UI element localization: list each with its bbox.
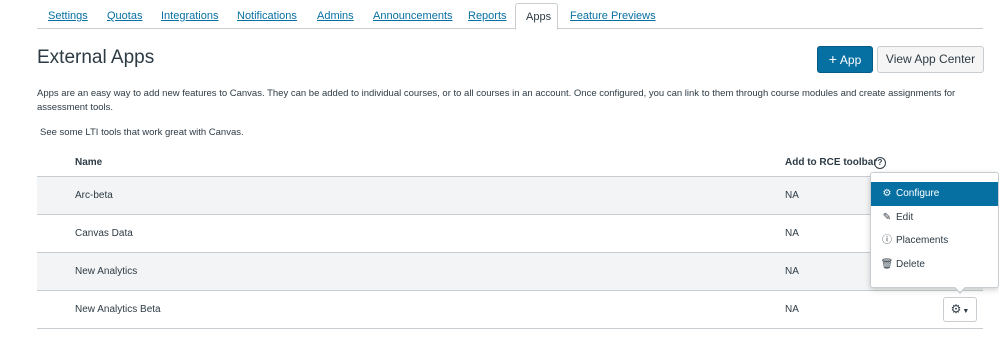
menu-item-label: Edit	[896, 211, 914, 223]
app-name: New Analytics	[75, 266, 138, 277]
trash-icon: 🗑	[880, 258, 894, 270]
page-title: External Apps	[37, 47, 155, 68]
caret-down-icon: ▼	[962, 308, 970, 315]
table-row: New Analytics NA	[37, 253, 983, 291]
menu-item-delete[interactable]: 🗑 Delete	[871, 253, 998, 277]
table-row: Arc-beta NA	[37, 177, 983, 215]
tab-integrations[interactable]: Integrations	[161, 3, 218, 29]
plus-icon: +	[828, 51, 837, 67]
tab-apps[interactable]: Apps	[515, 3, 558, 30]
add-app-label: App	[839, 53, 862, 67]
menu-item-placements[interactable]: ⓘ Placements	[871, 229, 998, 253]
gear-icon: ⚙	[882, 188, 892, 199]
menu-item-configure[interactable]: ⚙ Configure	[871, 182, 998, 206]
app-settings-gear-button[interactable]: ⚙▼	[943, 297, 977, 322]
tab-feature-previews[interactable]: Feature Previews	[570, 3, 656, 29]
apps-description: Apps are an easy way to add new features…	[37, 88, 956, 113]
table-row: New Analytics Beta NA	[37, 291, 983, 329]
tab-admins[interactable]: Admins	[317, 3, 354, 29]
tab-quotas[interactable]: Quotas	[107, 3, 142, 29]
column-header-rce-toolbar: Add to RCE toolbar	[785, 157, 878, 168]
info-icon: ⓘ	[882, 235, 892, 246]
add-app-button[interactable]: + App	[817, 46, 873, 73]
app-actions-menu: ⚙ Configure ✎ Edit ⓘ Placements 🗑 Delete	[870, 172, 999, 288]
column-header-name: Name	[75, 157, 103, 168]
lti-tools-link[interactable]: See some LTI tools that work great with …	[40, 127, 244, 139]
account-settings-tabs: Settings Quotas Integrations Notificatio…	[37, 3, 983, 30]
app-name: Arc-beta	[75, 190, 113, 201]
menu-item-label: Placements	[896, 235, 949, 246]
help-icon[interactable]: ?	[874, 157, 886, 169]
menu-item-edit[interactable]: ✎ Edit	[871, 206, 998, 230]
app-name: New Analytics Beta	[75, 304, 161, 315]
rce-toolbar-value: NA	[785, 266, 799, 277]
app-name: Canvas Data	[75, 228, 133, 239]
rce-toolbar-value: NA	[785, 190, 799, 201]
tab-settings[interactable]: Settings	[48, 3, 88, 29]
gear-icon: ⚙	[950, 302, 962, 316]
view-app-center-button[interactable]: View App Center	[877, 46, 984, 73]
menu-pointer	[954, 287, 966, 294]
tab-announcements[interactable]: Announcements	[373, 3, 453, 29]
menu-item-label: Delete	[896, 258, 925, 270]
tab-reports[interactable]: Reports	[468, 3, 507, 29]
tab-notifications[interactable]: Notifications	[237, 3, 297, 29]
pencil-icon: ✎	[882, 211, 892, 223]
rce-toolbar-value: NA	[785, 304, 799, 315]
menu-item-label: Configure	[896, 188, 940, 199]
rce-toolbar-value: NA	[785, 228, 799, 239]
table-row: Canvas Data NA	[37, 215, 983, 253]
